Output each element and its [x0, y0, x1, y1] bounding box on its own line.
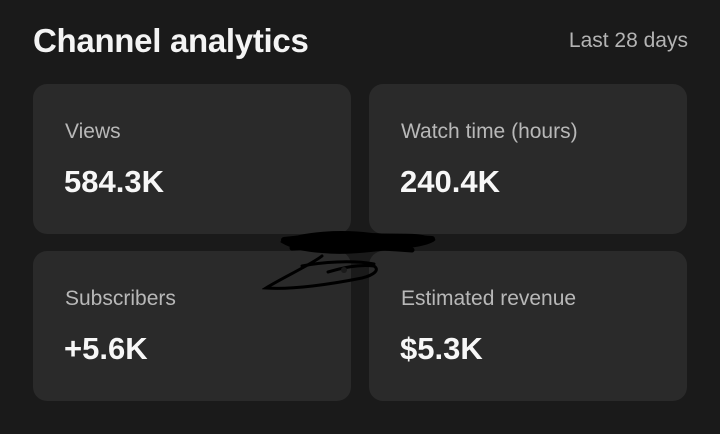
metric-card-views[interactable]: Views 584.3K	[33, 84, 351, 234]
metric-label: Views	[65, 120, 121, 143]
metric-value: +5.6K	[64, 331, 148, 366]
metric-label: Subscribers	[65, 287, 176, 310]
metric-value: 240.4K	[400, 164, 500, 199]
metric-card-watch-time[interactable]: Watch time (hours) 240.4K	[369, 84, 687, 234]
analytics-header: Channel analytics Last 28 days	[33, 18, 688, 68]
date-range-selector[interactable]: Last 28 days	[569, 29, 688, 53]
page-title: Channel analytics	[33, 22, 309, 59]
redaction-scribble	[262, 231, 436, 290]
metric-value: 584.3K	[64, 164, 164, 199]
metric-value: $5.3K	[400, 331, 483, 366]
metric-label: Watch time (hours)	[401, 120, 578, 143]
